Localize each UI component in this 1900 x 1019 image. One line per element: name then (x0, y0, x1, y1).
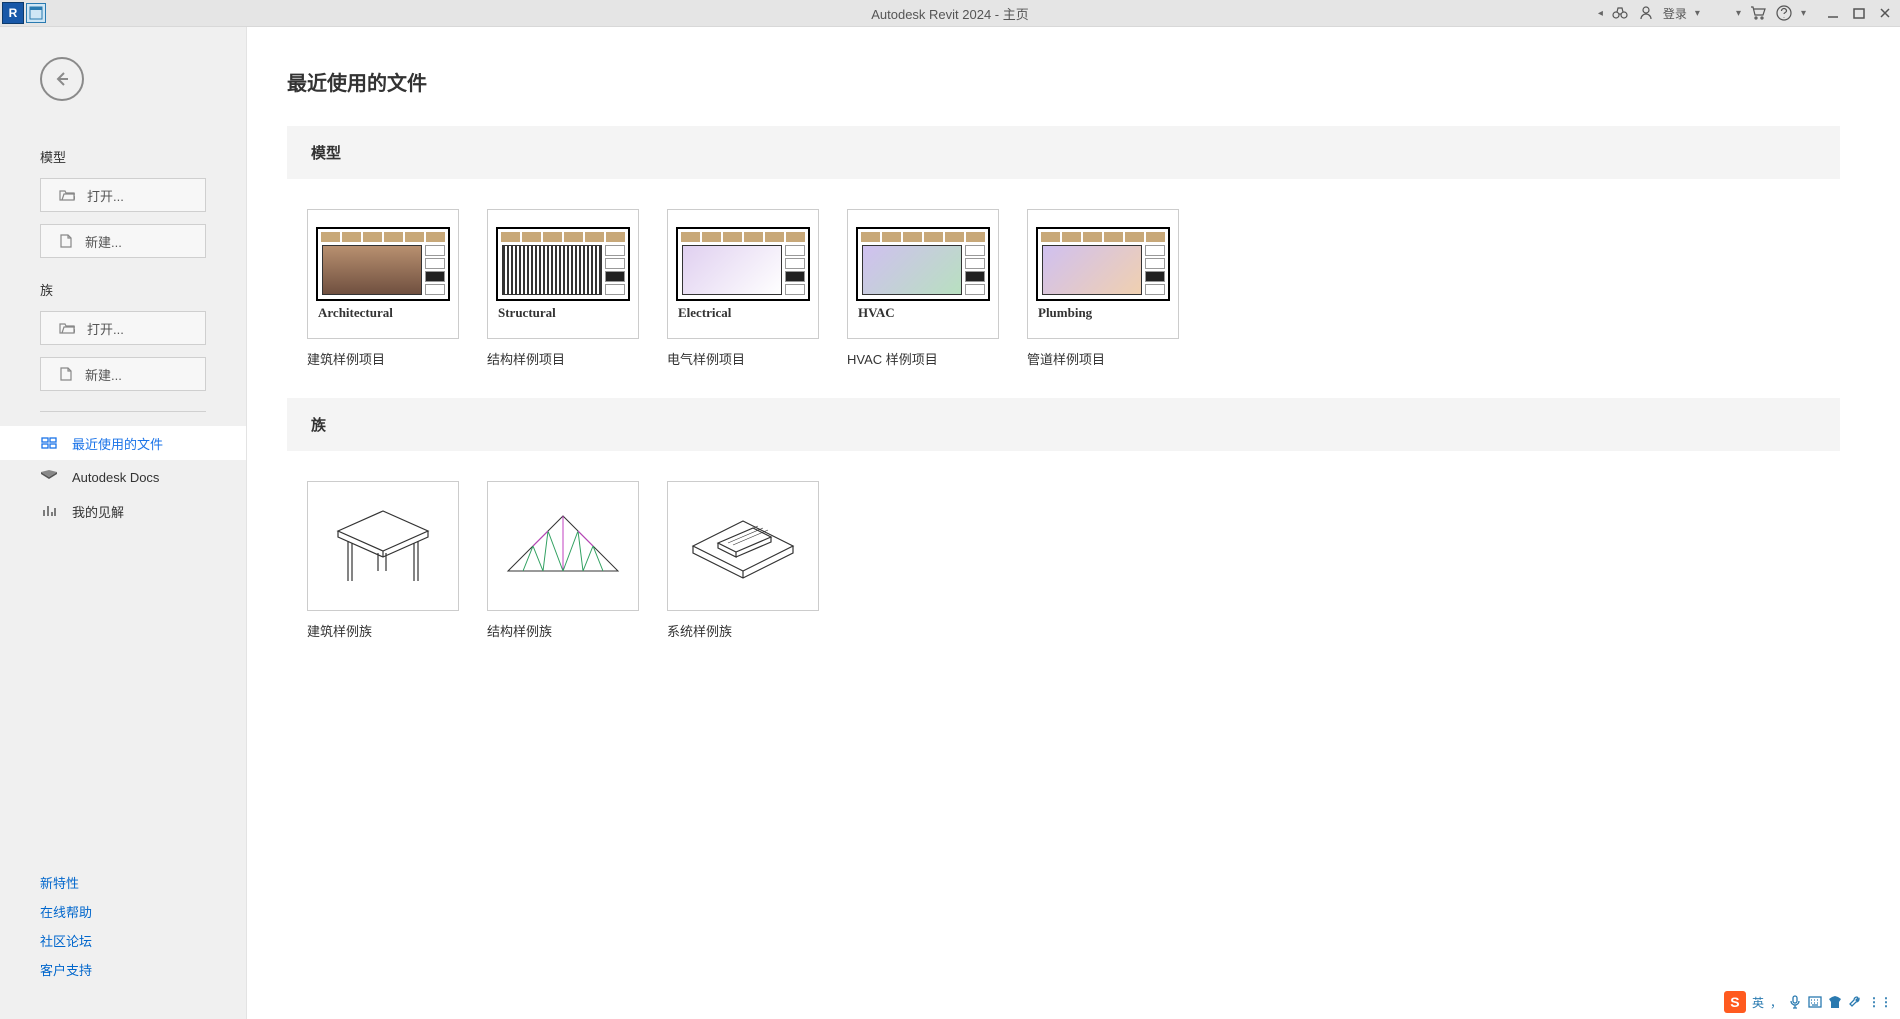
maximize-icon[interactable] (1850, 4, 1868, 22)
ime-comma-icon[interactable]: ， (1770, 994, 1782, 1011)
help-dropdown-icon[interactable]: ▾ (1801, 8, 1806, 19)
link-new-features[interactable]: 新特性 (40, 873, 206, 892)
history-back-icon[interactable]: ◂ (1598, 8, 1603, 19)
login-button[interactable]: 登录 (1663, 5, 1687, 22)
sidebar: 模型 打开... 新建... 族 打开... 新建... 最近使用的文件 (0, 27, 247, 1019)
model-thumbnail: Structural (487, 209, 639, 339)
open-family-label: 打开... (87, 319, 124, 338)
link-online-help[interactable]: 在线帮助 (40, 902, 206, 921)
folder-open-icon (59, 321, 75, 335)
insights-icon (40, 504, 58, 518)
folder-open-icon (59, 188, 75, 202)
recent-icon (40, 435, 58, 451)
family-card[interactable]: 建筑样例族 (307, 481, 457, 640)
nav-docs-label: Autodesk Docs (72, 470, 159, 485)
app-logo-icon[interactable]: R (2, 2, 24, 24)
model-caption: Structural (488, 305, 638, 321)
user-icon[interactable] (1637, 4, 1655, 22)
binoculars-icon[interactable] (1611, 4, 1629, 22)
family-card[interactable]: 结构样例族 (487, 481, 637, 640)
nav-recent-label: 最近使用的文件 (72, 434, 163, 453)
family-label: 系统样例族 (667, 621, 817, 640)
model-label: HVAC 样例项目 (847, 349, 997, 368)
main-content: 最近使用的文件 模型 Architectural 建筑样例项目 Structur… (247, 27, 1900, 1019)
file-new-icon (59, 367, 73, 381)
minimize-icon[interactable] (1824, 4, 1842, 22)
model-card[interactable]: HVAC HVAC 样例项目 (847, 209, 997, 368)
help-icon[interactable] (1775, 4, 1793, 22)
nav-insights-label: 我的见解 (72, 502, 124, 521)
model-caption: Architectural (308, 305, 458, 321)
model-card[interactable]: Architectural 建筑样例项目 (307, 209, 457, 368)
ime-skin-icon[interactable] (1828, 995, 1842, 1009)
model-label: 管道样例项目 (1027, 349, 1177, 368)
link-community-forum[interactable]: 社区论坛 (40, 931, 206, 950)
page-title: 最近使用的文件 (287, 67, 1840, 96)
back-button[interactable] (40, 57, 84, 101)
close-icon[interactable] (1876, 4, 1894, 22)
login-dropdown-icon[interactable]: ▾ (1695, 8, 1700, 19)
family-label: 建筑样例族 (307, 621, 457, 640)
file-new-icon (59, 234, 73, 248)
new-model-label: 新建... (85, 232, 122, 251)
model-caption: Plumbing (1028, 305, 1178, 321)
section-models-header: 模型 (287, 126, 1840, 179)
family-label: 结构样例族 (487, 621, 637, 640)
nav-autodesk-docs[interactable]: Autodesk Docs (0, 460, 246, 494)
sogou-ime-icon[interactable]: S (1724, 991, 1746, 1013)
open-family-button[interactable]: 打开... (40, 311, 206, 345)
family-thumbnail (307, 481, 459, 611)
window-title: Autodesk Revit 2024 - 主页 (871, 4, 1029, 23)
open-model-label: 打开... (87, 186, 124, 205)
docs-icon (40, 470, 58, 484)
model-card[interactable]: Structural 结构样例项目 (487, 209, 637, 368)
model-thumbnail: Electrical (667, 209, 819, 339)
new-model-button[interactable]: 新建... (40, 224, 206, 258)
model-card[interactable]: Plumbing 管道样例项目 (1027, 209, 1177, 368)
model-label: 电气样例项目 (667, 349, 817, 368)
cart-icon[interactable] (1749, 4, 1767, 22)
family-thumbnail (487, 481, 639, 611)
new-family-button[interactable]: 新建... (40, 357, 206, 391)
ime-keyboard-icon[interactable] (1808, 996, 1822, 1008)
model-label: 建筑样例项目 (307, 349, 457, 368)
ime-lang[interactable]: 英 (1752, 994, 1764, 1011)
nav-recent-files[interactable]: 最近使用的文件 (0, 426, 246, 460)
family-thumbnail (667, 481, 819, 611)
exchange-dropdown-icon[interactable]: ▾ (1736, 8, 1741, 19)
titlebar: R Autodesk Revit 2024 - 主页 ◂ 登录 ▾ ▾ (0, 0, 1900, 27)
families-grid: 建筑样例族 结构样例族 系统样例族 (307, 481, 1840, 640)
model-thumbnail: Architectural (307, 209, 459, 339)
ime-more-icon[interactable]: ⋮⋮ (1868, 995, 1892, 1009)
new-family-label: 新建... (85, 365, 122, 384)
ime-mic-icon[interactable] (1788, 995, 1802, 1009)
qat-home-icon[interactable] (26, 3, 46, 23)
model-thumbnail: Plumbing (1027, 209, 1179, 339)
nav-insights[interactable]: 我的见解 (0, 494, 246, 528)
model-thumbnail: HVAC (847, 209, 999, 339)
section-families-header: 族 (287, 398, 1840, 451)
sidebar-divider (40, 411, 206, 412)
ime-tool-icon[interactable] (1848, 995, 1862, 1009)
sidebar-models-label: 模型 (0, 141, 246, 172)
model-label: 结构样例项目 (487, 349, 637, 368)
sidebar-families-label: 族 (0, 274, 246, 305)
model-card[interactable]: Electrical 电气样例项目 (667, 209, 817, 368)
open-model-button[interactable]: 打开... (40, 178, 206, 212)
model-caption: Electrical (668, 305, 818, 321)
link-customer-support[interactable]: 客户支持 (40, 960, 206, 979)
models-grid: Architectural 建筑样例项目 Structural 结构样例项目 E… (307, 209, 1840, 368)
model-caption: HVAC (848, 305, 998, 321)
ime-tray[interactable]: S 英 ， ⋮⋮ (1720, 989, 1896, 1015)
family-card[interactable]: 系统样例族 (667, 481, 817, 640)
